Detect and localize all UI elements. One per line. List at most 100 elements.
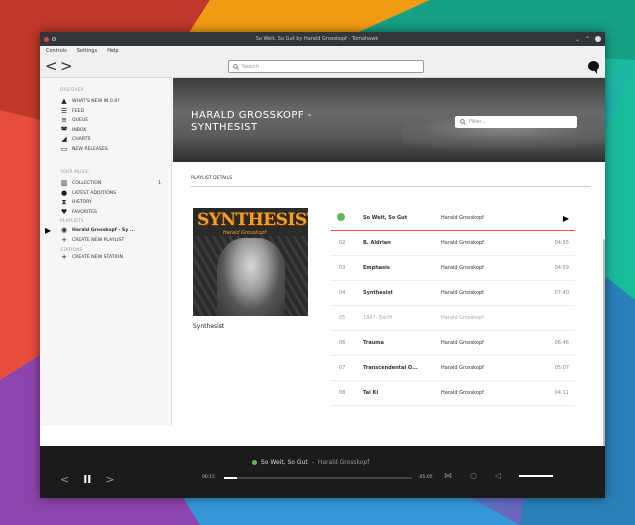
track-duration: 07:40 — [554, 290, 569, 296]
sidebar-item-label: CREATE NEW PLAYLIST — [72, 238, 125, 244]
collection-icon: ▥ — [60, 179, 68, 188]
location-pin-icon: ● — [60, 188, 68, 197]
forward-button[interactable]: > — [60, 59, 73, 74]
sidebar-item-new-releases[interactable]: ▭ NEW RELEASES — [40, 145, 171, 155]
shuffle-icon[interactable]: ⋈ — [444, 471, 452, 480]
cover-subtitle: Harald Grosskopf — [223, 230, 267, 236]
sidebar-item-label: LATEST ADDITIONS — [72, 190, 117, 196]
filter-placeholder: Filter... — [469, 119, 486, 125]
sidebar-item-label: CREATE NEW STATION — [72, 254, 123, 260]
menu-settings[interactable]: Settings — [77, 48, 98, 54]
now-playing-separator: - — [311, 459, 314, 466]
track-row[interactable]: 04 Synthesist Harald Grosskopf 07:40 — [331, 281, 575, 306]
track-row[interactable]: 07 Transcendental O... Harald Grosskopf 05:… — [331, 356, 575, 381]
volume-icon[interactable]: ◁ — [495, 471, 501, 480]
feed-icon: ☰ — [60, 106, 68, 115]
track-number: 03 — [339, 265, 346, 271]
back-button[interactable]: < — [45, 59, 58, 74]
plus-icon: + — [61, 236, 67, 245]
sidebar-item-label: Harald Grosskopf - Sy ... — [72, 227, 136, 233]
album-cover[interactable]: SYNTHESIST Harald Grosskopf — [193, 208, 308, 316]
track-title: B. Aldrian — [363, 240, 391, 246]
track-artist: Harald Grosskopf — [441, 365, 484, 371]
progress-slider[interactable] — [224, 477, 412, 479]
track-title: Transcendental O... — [363, 365, 418, 371]
track-row[interactable]: 03 Emphasis Harald Grosskopf 04:59 — [331, 256, 575, 281]
window-title: So Weit, So Gut by Harald Grosskopf - To… — [255, 36, 379, 42]
track-artist: Harald Grosskopf — [441, 390, 484, 396]
megaphone-icon: ▲ — [61, 97, 67, 106]
repeat-icon[interactable]: ○ — [470, 471, 477, 480]
sidebar: DISCOVER ▲ WHAT'S NEW IN 0.8? ☰ FEED ≡ QUEU… — [40, 78, 172, 426]
sidebar-item-favorites[interactable]: ♥ FAVORITES — [40, 208, 171, 218]
new-releases-icon: ▭ — [60, 144, 68, 153]
sidebar-item-label: WHAT'S NEW IN 0.8? — [72, 99, 120, 105]
search-input[interactable]: Search — [228, 60, 424, 73]
sidebar-item-label: NEW RELEASES — [72, 146, 108, 152]
track-artist: Harald Grosskopf — [441, 290, 484, 296]
pin-icon[interactable] — [52, 37, 56, 41]
track-row[interactable]: 06 Trauma Harald Grosskopf 06:46 — [331, 331, 575, 356]
sidebar-item-charts[interactable]: ◢ CHARTS — [40, 135, 171, 145]
queue-icon: ≡ — [61, 116, 67, 125]
sidebar-item-inbox[interactable]: ◚ INBOX — [40, 126, 171, 136]
maximize-icon[interactable]: ⌃ — [585, 36, 590, 43]
playlist-disc-icon: ◉ — [60, 225, 68, 234]
sidebar-item-label: HISTORY — [72, 200, 92, 206]
track-artist: Harald Grosskopf — [441, 315, 484, 321]
track-number — [331, 213, 363, 223]
player-extra-controls: ⋈ ○ ◁ — [444, 471, 554, 480]
sidebar-item-current-playlist[interactable]: ▶ ◉ Harald Grosskopf - Sy ... — [40, 224, 171, 236]
playlist-header: HARALD GROSSKOPF - SYNTHESIST Filter... — [173, 78, 605, 162]
track-list: So Weit, So Gut Harald Grosskopf ▶ 02 B. … — [331, 206, 575, 406]
toolbar: < > Search — [40, 56, 605, 78]
chat-bubble-icon[interactable] — [588, 61, 599, 74]
track-row[interactable]: 08 Tai Ki Harald Grosskopf 04:11 — [331, 381, 575, 406]
app-logo-icon[interactable] — [44, 36, 49, 42]
inbox-icon: ◚ — [60, 125, 68, 134]
sidebar-item-create-playlist[interactable]: + CREATE NEW PLAYLIST — [40, 236, 171, 246]
search-placeholder: Search — [242, 63, 260, 70]
progress-fill — [224, 477, 238, 479]
sidebar-item-collection[interactable]: ▥ COLLECTION 1 — [40, 179, 171, 189]
sidebar-item-create-station[interactable]: + CREATE NEW STATION — [40, 253, 171, 263]
track-list-scrollbar[interactable] — [603, 239, 605, 451]
track-title: Emphasis — [363, 265, 390, 271]
track-title: Synthesist — [363, 290, 393, 296]
now-playing-icon — [252, 460, 257, 465]
track-title: 1847- Earth — [363, 315, 393, 321]
menu-help[interactable]: Help — [107, 48, 118, 54]
track-artist: Harald Grosskopf — [441, 265, 484, 271]
sidebar-item-queue[interactable]: ≡ QUEUE — [40, 116, 171, 126]
now-playing-track[interactable]: So Weit, So Gut — [261, 459, 308, 466]
track-duration: 04:55 — [554, 240, 569, 246]
track-number: 06 — [339, 340, 346, 346]
sidebar-item-latest-additions[interactable]: ● LATEST ADDITIONS — [40, 189, 171, 199]
track-artist: Harald Grosskopf — [441, 215, 484, 221]
next-button[interactable]: > — [105, 473, 114, 486]
main-content: HARALD GROSSKOPF - SYNTHESIST Filter... … — [173, 78, 605, 451]
sidebar-item-whats-new[interactable]: ▲ WHAT'S NEW IN 0.8? — [40, 97, 171, 107]
previous-button[interactable]: < — [60, 473, 69, 486]
close-icon[interactable] — [595, 36, 601, 42]
minimize-icon[interactable]: ⌄ — [575, 36, 580, 43]
volume-slider[interactable] — [519, 474, 554, 477]
menu-controls[interactable]: Controls — [46, 48, 67, 54]
track-row[interactable]: 05 1847- Earth Harald Grosskopf — [331, 306, 575, 331]
track-row[interactable]: 02 B. Aldrian Harald Grosskopf 04:55 — [331, 231, 575, 256]
now-playing-artist[interactable]: Harald Grosskopf — [318, 459, 369, 466]
track-number: 08 — [339, 390, 346, 396]
play-icon[interactable]: ▶ — [563, 214, 569, 223]
album-name[interactable]: Synthesist — [193, 323, 224, 330]
track-row[interactable]: So Weit, So Gut Harald Grosskopf ▶ — [331, 206, 575, 231]
track-duration: 05:07 — [554, 365, 569, 371]
sidebar-item-label: COLLECTION — [72, 181, 102, 187]
track-duration: 04:11 — [554, 390, 569, 396]
track-title: Trauma — [363, 340, 384, 346]
sidebar-item-feed[interactable]: ☰ FEED — [40, 107, 171, 117]
pause-button[interactable]: II — [83, 473, 91, 486]
elapsed-time: 00:15 — [202, 475, 215, 480]
now-playing-arrow-icon: ▶ — [45, 225, 52, 235]
sidebar-item-history[interactable]: ⧗ HISTORY — [40, 198, 171, 208]
filter-input[interactable]: Filter... — [455, 116, 577, 128]
